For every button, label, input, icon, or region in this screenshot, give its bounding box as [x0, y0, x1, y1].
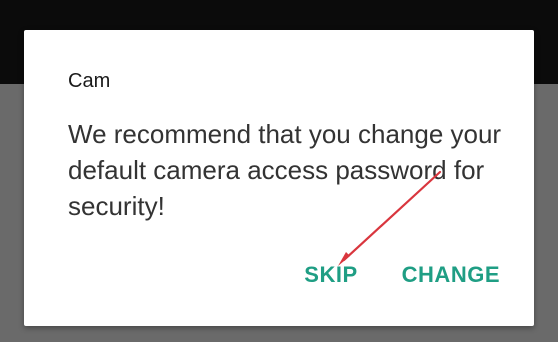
dialog-message: We recommend that you change your defaul… — [68, 119, 502, 221]
alert-dialog: Cam We recommend that you change your de… — [24, 30, 534, 326]
dialog-actions: SKIP CHANGE — [304, 262, 500, 288]
change-button[interactable]: CHANGE — [402, 262, 500, 288]
dialog-title: Cam — [68, 70, 111, 92]
skip-button[interactable]: SKIP — [304, 262, 357, 288]
